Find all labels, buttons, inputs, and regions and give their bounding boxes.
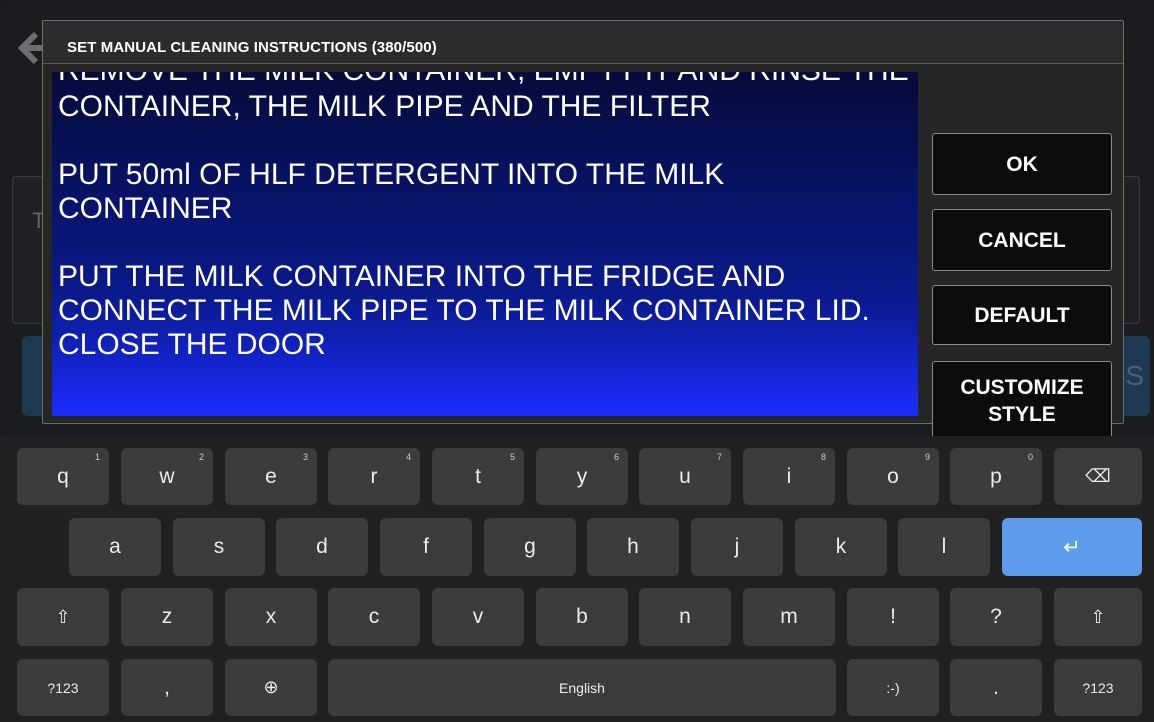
key-x[interactable]: x (225, 588, 317, 646)
key-p[interactable]: p0 (950, 448, 1042, 505)
key-l[interactable]: l (898, 518, 990, 576)
key-label: i (786, 464, 792, 488)
backspace-key[interactable]: ⌫ (1054, 448, 1142, 505)
key-o[interactable]: o9 (847, 448, 939, 505)
key-k[interactable]: k (795, 518, 887, 576)
key-b[interactable]: b (536, 588, 628, 646)
key-a[interactable]: a (69, 518, 161, 576)
key-label: w (159, 464, 175, 488)
key-hint: 9 (924, 452, 930, 462)
dialog-title: SET MANUAL CLEANING INSTRUCTIONS (380/50… (67, 39, 437, 56)
key-i[interactable]: i8 (743, 448, 835, 505)
key-hint: 6 (613, 452, 619, 462)
backspace-icon: ⌫ (1085, 466, 1111, 486)
key-t[interactable]: t5 (432, 448, 524, 505)
key-h[interactable]: h (587, 518, 679, 576)
key-w[interactable]: w2 (121, 448, 213, 505)
key-hint: 1 (94, 452, 100, 462)
key-label: o (887, 464, 899, 488)
key-comma[interactable]: , (121, 659, 213, 716)
key-hint: 5 (509, 452, 515, 462)
key-g[interactable]: g (484, 518, 576, 576)
key-hint: 3 (302, 452, 308, 462)
ok-button[interactable]: OK (932, 133, 1112, 195)
key-hint: 7 (716, 452, 722, 462)
language-key[interactable]: ⊕ (225, 659, 317, 716)
background-bar-label: S (1125, 360, 1144, 391)
key-hint: 2 (198, 452, 204, 462)
key-e[interactable]: e3 (225, 448, 317, 505)
key-label: e (265, 464, 277, 488)
instructions-text: CONTAINER, THE MILK PIPE AND THE FILTER … (58, 90, 870, 361)
default-button[interactable]: DEFAULT (932, 285, 1112, 345)
key-label: y (576, 464, 588, 488)
dialog-body: REMOVE THE MILK CONTAINER, EMPTY IT AND … (43, 63, 1123, 441)
key-z[interactable]: z (121, 588, 213, 646)
key-s[interactable]: s (173, 518, 265, 576)
instructions-clipped-line: REMOVE THE MILK CONTAINER, EMPTY IT AND … (58, 72, 909, 88)
key-label: q (57, 464, 69, 488)
key-exclamation[interactable]: ! (847, 588, 939, 646)
key-j[interactable]: j (691, 518, 783, 576)
space-key[interactable]: English (328, 659, 836, 716)
key-c[interactable]: c (328, 588, 420, 646)
manual-cleaning-dialog: SET MANUAL CLEANING INSTRUCTIONS (380/50… (42, 20, 1124, 441)
customize-style-button[interactable]: CUSTOMIZE STYLE (932, 361, 1112, 441)
shift-key-right[interactable]: ⇧ (1054, 588, 1142, 646)
key-label: p (990, 464, 1002, 488)
key-d[interactable]: d (276, 518, 368, 576)
key-r[interactable]: r4 (328, 448, 420, 505)
key-u[interactable]: u7 (639, 448, 731, 505)
key-y[interactable]: y6 (536, 448, 628, 505)
on-screen-keyboard: q1 w2 e3 r4 t5 y6 u7 i8 o9 p0 ⌫ a s d f … (0, 436, 1154, 722)
key-v[interactable]: v (432, 588, 524, 646)
key-m[interactable]: m (743, 588, 835, 646)
key-label: t (475, 464, 481, 488)
instructions-text-area[interactable]: REMOVE THE MILK CONTAINER, EMPTY IT AND … (52, 72, 918, 416)
enter-icon: ↵ (1063, 535, 1081, 559)
shift-icon: ⇧ (55, 606, 71, 627)
key-period[interactable]: . (950, 659, 1042, 716)
emoticon-key[interactable]: :-) (847, 659, 939, 716)
shift-key-left[interactable]: ⇧ (17, 588, 109, 646)
key-n[interactable]: n (639, 588, 731, 646)
key-label: u (679, 464, 691, 488)
key-hint: 4 (405, 452, 411, 462)
globe-icon: ⊕ (263, 677, 279, 697)
enter-key[interactable]: ↵ (1002, 518, 1142, 576)
cancel-button[interactable]: CANCEL (932, 209, 1112, 271)
symbols-key-right[interactable]: ?123 (1054, 659, 1142, 716)
key-question[interactable]: ? (950, 588, 1042, 646)
key-label: r (370, 464, 378, 488)
key-hint: 8 (820, 452, 826, 462)
key-hint: 0 (1027, 452, 1033, 462)
shift-icon: ⇧ (1090, 606, 1106, 627)
key-f[interactable]: f (380, 518, 472, 576)
key-q[interactable]: q1 (17, 448, 109, 505)
symbols-key-left[interactable]: ?123 (17, 659, 109, 716)
